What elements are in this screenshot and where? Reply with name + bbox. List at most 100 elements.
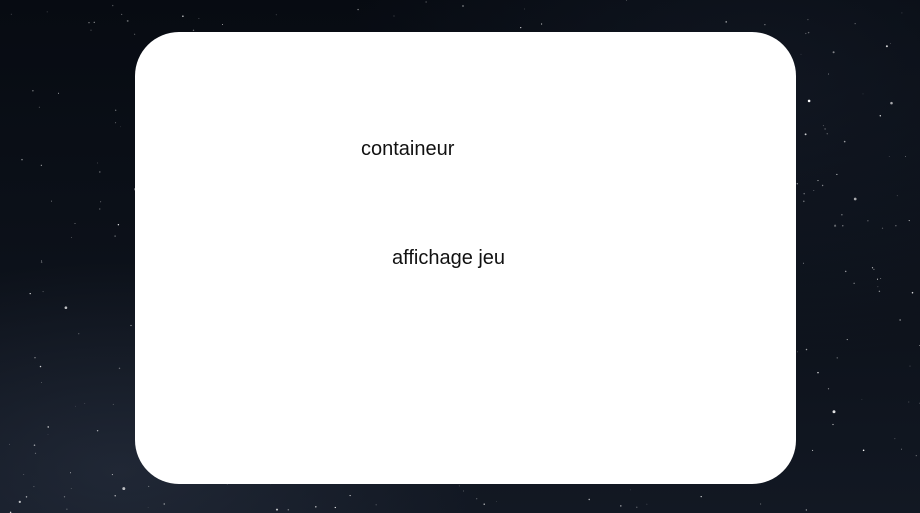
star [39, 365, 42, 368]
star [817, 371, 819, 374]
game-display-label: affichage jeu [392, 247, 506, 269]
star [541, 23, 543, 25]
star [42, 291, 44, 293]
star [114, 495, 116, 497]
star [41, 382, 42, 383]
star [182, 15, 184, 18]
star [222, 23, 224, 25]
star [118, 367, 121, 370]
star [885, 45, 888, 48]
game-container-panel: containeur affichage jeu [135, 32, 796, 484]
star [462, 5, 464, 7]
star [114, 235, 116, 237]
star [805, 348, 808, 351]
star [117, 224, 120, 226]
star [901, 448, 902, 450]
star [588, 498, 590, 501]
star [911, 291, 914, 294]
star [890, 42, 892, 44]
star [895, 225, 897, 227]
star [803, 192, 805, 195]
star [315, 506, 317, 508]
star [33, 444, 36, 446]
star [75, 405, 77, 407]
star [862, 449, 865, 452]
star [796, 183, 798, 185]
star [115, 122, 117, 124]
star [88, 22, 90, 24]
star [894, 438, 896, 440]
star [629, 489, 631, 491]
star [483, 503, 485, 505]
star [47, 426, 49, 428]
star [836, 173, 838, 175]
star [636, 506, 638, 508]
star [836, 357, 838, 359]
star [760, 503, 762, 505]
star [34, 452, 37, 454]
star [877, 286, 879, 288]
star [844, 270, 847, 273]
star [130, 324, 132, 327]
star [905, 156, 907, 158]
star [853, 197, 857, 201]
star [122, 487, 126, 491]
star [821, 184, 824, 187]
star [34, 357, 36, 359]
star [275, 508, 279, 511]
star [63, 496, 66, 498]
star [832, 51, 835, 54]
star [18, 500, 21, 504]
star [520, 26, 522, 29]
star [909, 365, 911, 367]
star [620, 505, 622, 507]
star [854, 23, 856, 25]
star [846, 339, 848, 341]
star [334, 506, 336, 509]
star [901, 12, 903, 14]
star [800, 53, 802, 55]
star [876, 278, 879, 280]
star [349, 495, 351, 497]
star [33, 486, 35, 488]
star [38, 106, 40, 108]
star [90, 29, 92, 31]
star [524, 8, 526, 10]
star [40, 261, 43, 264]
star [147, 507, 149, 508]
star [646, 503, 648, 505]
star [626, 0, 627, 1]
star [84, 403, 86, 405]
star [93, 21, 95, 23]
star [121, 13, 123, 15]
star [817, 180, 819, 182]
star [458, 485, 460, 487]
star [21, 158, 23, 161]
star [192, 29, 195, 32]
star [881, 227, 884, 229]
star [57, 92, 60, 94]
star [66, 508, 68, 510]
star [10, 13, 12, 15]
star [496, 501, 497, 502]
star [807, 18, 809, 21]
star [70, 488, 72, 489]
star [64, 306, 68, 310]
star [880, 277, 882, 279]
star [425, 1, 427, 3]
star [476, 498, 478, 500]
star [899, 319, 901, 321]
star [807, 31, 810, 34]
star [70, 472, 71, 474]
star [119, 126, 121, 128]
star [888, 156, 890, 157]
star [822, 125, 824, 127]
star [832, 410, 836, 414]
star [99, 208, 101, 210]
star [357, 8, 359, 11]
star [878, 290, 881, 293]
star [134, 33, 136, 35]
star [700, 495, 702, 498]
star [50, 200, 53, 202]
star [908, 401, 910, 403]
